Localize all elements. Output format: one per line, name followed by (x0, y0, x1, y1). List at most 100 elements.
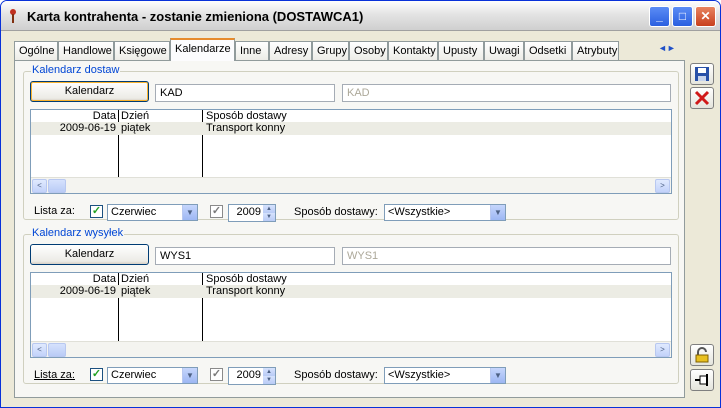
grid-header: Data Dzień Sposób dostawy (31, 110, 671, 122)
column-divider (202, 273, 203, 342)
tab-odsetki[interactable]: Odsetki (524, 41, 572, 61)
shipment-calendar-group: Kalendarz wysyłek Kalendarz WYS1 WYS1 Da… (23, 227, 679, 385)
delivery-list-for-label: Lista za: (34, 205, 75, 217)
delivery-year-value: 2009 (236, 206, 261, 218)
delivery-month-select[interactable]: Czerwiec ▼ (107, 204, 198, 221)
spin-down-icon[interactable]: ▼ (263, 376, 275, 384)
tab-kontakty[interactable]: Kontakty (388, 41, 438, 61)
tab-uwagi[interactable]: Uwagi (484, 41, 524, 61)
delivery-calendar-grid[interactable]: Data Dzień Sposób dostawy 2009-06-19 pią… (30, 109, 672, 194)
horizontal-scrollbar[interactable]: < > (31, 341, 671, 357)
table-row[interactable]: 2009-06-19 piątek Transport konny (31, 285, 671, 298)
grid-header: Data Dzień Sposób dostawy (31, 273, 671, 285)
delivery-method-select[interactable]: <Wszystkie> ▼ (384, 204, 506, 221)
tab-osoby[interactable]: Osoby (349, 41, 388, 61)
tab-grupy[interactable]: Grupy (312, 41, 349, 61)
tab-upusty[interactable]: Upusty (438, 41, 484, 61)
shipment-calendar-name: WYS1 (342, 247, 671, 265)
column-header-day[interactable]: Dzień (121, 110, 149, 122)
tab-scroll: ◄► (658, 43, 680, 55)
shipment-method-select[interactable]: <Wszystkie> ▼ (384, 367, 506, 384)
tab-ksiegowe[interactable]: Księgowe (114, 41, 170, 61)
close-button[interactable]: ✕ (695, 6, 716, 27)
spin-up-icon[interactable]: ▲ (263, 205, 275, 213)
chevron-down-icon[interactable]: ▼ (182, 368, 197, 383)
delivery-calendar-group: Kalendarz dostaw Kalendarz KAD KAD Data … (23, 64, 679, 222)
tab-kalendarze[interactable]: Kalendarze (170, 38, 235, 61)
column-header-date[interactable]: Data (33, 273, 116, 285)
lock-button[interactable] (690, 344, 714, 366)
shipment-month-checkbox[interactable]: ✓ (90, 368, 103, 381)
cancel-button[interactable] (690, 87, 714, 109)
app-icon (10, 9, 16, 23)
column-divider (202, 110, 203, 178)
save-button[interactable] (690, 63, 714, 85)
save-icon (695, 67, 709, 81)
chevron-down-icon[interactable]: ▼ (490, 205, 505, 220)
scroll-left-icon[interactable]: < (32, 179, 47, 193)
delivery-year-spinner[interactable]: 2009 ▲ ▼ (228, 204, 276, 222)
shipment-year-spinner[interactable]: 2009 ▲ ▼ (228, 367, 276, 385)
scroll-right-icon[interactable]: > (655, 179, 670, 193)
delivery-group-title: Kalendarz dostaw (31, 64, 121, 76)
minimize-button[interactable]: _ (649, 6, 670, 27)
cell-day: piątek (121, 285, 151, 297)
scroll-left-icon[interactable]: < (32, 343, 47, 357)
spin-up-icon[interactable]: ▲ (263, 368, 275, 376)
title-bar: Karta kontrahenta - zostanie zmieniona (… (1, 1, 720, 31)
shipment-calendar-button[interactable]: Kalendarz (30, 244, 149, 265)
window-title: Karta kontrahenta - zostanie zmieniona (… (27, 9, 364, 24)
shipment-year-value: 2009 (236, 369, 261, 381)
tab-atrybuty[interactable]: Atrybuty (572, 41, 619, 61)
tab-inne[interactable]: Inne (235, 41, 269, 61)
scroll-right-icon[interactable]: > (655, 343, 670, 357)
shipment-calendar-grid[interactable]: Data Dzień Sposób dostawy 2009-06-19 pią… (30, 272, 672, 358)
delivery-calendar-code[interactable]: KAD (155, 84, 335, 102)
tab-scroll-left-icon[interactable]: ◄ (658, 43, 667, 53)
column-header-method[interactable]: Sposób dostawy (206, 273, 287, 285)
tab-handlowe[interactable]: Handlowe (58, 41, 114, 61)
cell-method: Transport konny (206, 122, 286, 134)
tab-ogolne[interactable]: Ogólne (14, 41, 58, 61)
column-header-day[interactable]: Dzień (121, 273, 149, 285)
column-header-method[interactable]: Sposób dostawy (206, 110, 287, 122)
shipment-year-checkbox[interactable]: ✓ (210, 368, 223, 381)
shipment-method-value: <Wszystkie> (388, 369, 451, 381)
column-header-date[interactable]: Data (33, 110, 116, 122)
padlock-icon (695, 347, 709, 363)
delivery-year-checkbox[interactable]: ✓ (210, 205, 223, 218)
contractor-card-window: Karta kontrahenta - zostanie zmieniona (… (0, 0, 721, 408)
shipment-calendar-code[interactable]: WYS1 (155, 247, 335, 265)
tab-panel-kalendarze: Kalendarz dostaw Kalendarz KAD KAD Data … (14, 60, 685, 398)
cell-date: 2009-06-19 (59, 285, 116, 297)
cell-method: Transport konny (206, 285, 286, 297)
cancel-icon (694, 90, 710, 106)
delivery-month-value: Czerwiec (111, 206, 157, 218)
delivery-calendar-button[interactable]: Kalendarz (30, 81, 149, 102)
scroll-thumb[interactable] (48, 343, 66, 357)
shipment-method-label: Sposób dostawy: (294, 369, 378, 381)
tab-adresy[interactable]: Adresy (269, 41, 312, 61)
cell-date: 2009-06-19 (59, 122, 116, 134)
chevron-down-icon[interactable]: ▼ (182, 205, 197, 220)
shipment-list-for-label: Lista za: (34, 369, 75, 381)
column-divider (118, 273, 119, 342)
maximize-button[interactable]: □ (672, 6, 693, 27)
scroll-thumb[interactable] (48, 179, 66, 193)
shipment-month-value: Czerwiec (111, 369, 157, 381)
delivery-month-checkbox[interactable]: ✓ (90, 205, 103, 218)
delivery-method-label: Sposób dostawy: (294, 206, 378, 218)
pin-button[interactable] (690, 369, 714, 391)
column-divider (118, 110, 119, 178)
delivery-calendar-name: KAD (342, 84, 671, 102)
tab-scroll-right-icon[interactable]: ► (667, 43, 676, 53)
spin-down-icon[interactable]: ▼ (263, 213, 275, 221)
pin-icon (695, 374, 708, 386)
horizontal-scrollbar[interactable]: < > (31, 177, 671, 193)
table-row[interactable]: 2009-06-19 piątek Transport konny (31, 122, 671, 135)
cell-day: piątek (121, 122, 151, 134)
shipment-month-select[interactable]: Czerwiec ▼ (107, 367, 198, 384)
chevron-down-icon[interactable]: ▼ (490, 368, 505, 383)
delivery-method-value: <Wszystkie> (388, 206, 451, 218)
shipment-group-title: Kalendarz wysyłek (31, 227, 125, 239)
